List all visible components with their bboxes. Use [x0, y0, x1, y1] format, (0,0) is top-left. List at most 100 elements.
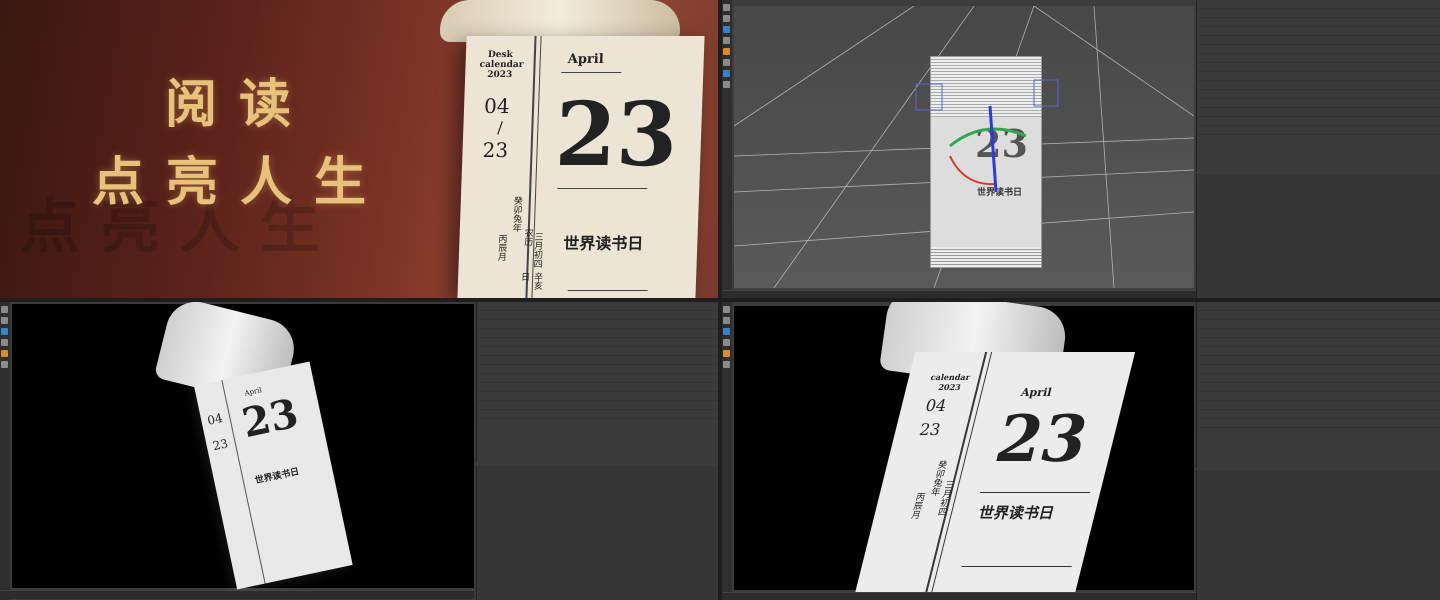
- attr-row[interactable]: [477, 538, 718, 547]
- object-icon[interactable]: [723, 70, 730, 77]
- object-row[interactable]: [1197, 383, 1440, 392]
- preview-year: 2023: [937, 382, 962, 392]
- attr-row[interactable]: [477, 466, 718, 475]
- calendar-model[interactable]: 04 23 April 23 世界读书日: [194, 361, 353, 590]
- object-row[interactable]: [1197, 117, 1440, 126]
- attr-row[interactable]: [477, 529, 718, 538]
- object-row[interactable]: [1197, 392, 1440, 401]
- light-icon[interactable]: [1, 361, 8, 368]
- object-row[interactable]: [1197, 99, 1440, 108]
- object-row[interactable]: [1197, 9, 1440, 18]
- attr-row[interactable]: [477, 484, 718, 493]
- light-icon[interactable]: [723, 361, 730, 368]
- preview-date-bottom: 23: [211, 436, 230, 454]
- preview-day: 23: [988, 402, 1096, 477]
- object-row[interactable]: [477, 320, 718, 329]
- axis-gizmo[interactable]: [734, 6, 1194, 288]
- rotate-icon[interactable]: [1, 328, 8, 335]
- attr-row[interactable]: [477, 511, 718, 520]
- preview-brand: calendar: [929, 372, 972, 382]
- render-icon[interactable]: [723, 37, 730, 44]
- rotate-icon[interactable]: [723, 26, 730, 33]
- attr-row[interactable]: [1197, 210, 1440, 219]
- object-row[interactable]: [1197, 410, 1440, 419]
- camera-icon[interactable]: [723, 48, 730, 55]
- object-row[interactable]: [1197, 63, 1440, 72]
- attr-row[interactable]: [1197, 237, 1440, 246]
- object-manager: [476, 302, 718, 462]
- object-row[interactable]: [477, 329, 718, 338]
- object-manager: [1196, 0, 1440, 172]
- attr-row[interactable]: [1197, 201, 1440, 210]
- object-row[interactable]: [1197, 90, 1440, 99]
- object-row[interactable]: [1197, 108, 1440, 117]
- object-row[interactable]: [477, 311, 718, 320]
- attr-row[interactable]: [1197, 183, 1440, 192]
- object-row[interactable]: [1197, 81, 1440, 90]
- move-icon[interactable]: [723, 306, 730, 313]
- move-icon[interactable]: [1, 306, 8, 313]
- object-row[interactable]: [477, 365, 718, 374]
- viewport[interactable]: calendar 2023 04 23 癸卯兔年 丙辰月 三月初四 April …: [734, 302, 1194, 600]
- calendar-model[interactable]: calendar 2023 04 23 癸卯兔年 丙辰月 三月初四 April …: [852, 352, 1136, 600]
- object-row[interactable]: [477, 356, 718, 365]
- object-row[interactable]: [1197, 347, 1440, 356]
- tool-palette: [0, 302, 10, 600]
- object-row[interactable]: [477, 410, 718, 419]
- attr-row[interactable]: [477, 520, 718, 529]
- object-row[interactable]: [1197, 419, 1440, 428]
- object-row[interactable]: [1197, 356, 1440, 365]
- object-row[interactable]: [1197, 401, 1440, 410]
- preview-date-top: 04: [206, 410, 224, 428]
- object-row[interactable]: [1197, 311, 1440, 320]
- move-icon[interactable]: [723, 4, 730, 11]
- object-row[interactable]: [1197, 54, 1440, 63]
- object-row[interactable]: [1197, 302, 1440, 311]
- scale-icon[interactable]: [723, 317, 730, 324]
- material-icon[interactable]: [723, 81, 730, 88]
- camera-icon[interactable]: [1, 350, 8, 357]
- object-row[interactable]: [1197, 338, 1440, 347]
- timeline-bar[interactable]: [0, 590, 474, 599]
- object-row[interactable]: [1197, 365, 1440, 374]
- attr-row[interactable]: [1197, 174, 1440, 183]
- attr-row[interactable]: [1197, 192, 1440, 201]
- object-row[interactable]: [1197, 329, 1440, 338]
- scale-icon[interactable]: [723, 15, 730, 22]
- render-icon[interactable]: [723, 339, 730, 346]
- object-row[interactable]: [477, 392, 718, 401]
- object-row[interactable]: [1197, 36, 1440, 45]
- timeline-bar[interactable]: [722, 592, 1196, 600]
- lunar-col5: 辛亥日: [519, 272, 543, 290]
- object-row[interactable]: [477, 338, 718, 347]
- object-row[interactable]: [1197, 72, 1440, 81]
- viewport[interactable]: 23 世界读书日: [734, 6, 1194, 288]
- light-icon[interactable]: [723, 59, 730, 66]
- object-row[interactable]: [477, 383, 718, 392]
- object-row[interactable]: [1197, 45, 1440, 54]
- object-row[interactable]: [477, 302, 718, 311]
- object-row[interactable]: [1197, 320, 1440, 329]
- attr-row[interactable]: [477, 493, 718, 502]
- rotate-icon[interactable]: [723, 328, 730, 335]
- object-row[interactable]: [1197, 126, 1440, 135]
- object-row[interactable]: [477, 374, 718, 383]
- object-row[interactable]: [477, 347, 718, 356]
- object-row[interactable]: [1197, 18, 1440, 27]
- camera-icon[interactable]: [723, 350, 730, 357]
- attribute-manager: [476, 466, 718, 600]
- attr-row[interactable]: [477, 475, 718, 484]
- attr-row[interactable]: [1197, 228, 1440, 237]
- viewport[interactable]: 04 23 April 23 世界读书日: [12, 302, 474, 590]
- scale-icon[interactable]: [1, 317, 8, 324]
- object-row[interactable]: [1197, 0, 1440, 9]
- attr-row[interactable]: [477, 502, 718, 511]
- tool-palette: [722, 0, 732, 298]
- object-row[interactable]: [1197, 27, 1440, 36]
- attr-row[interactable]: [1197, 219, 1440, 228]
- timeline-bar[interactable]: [722, 290, 1196, 298]
- lunar-col1: 癸卯兔年: [510, 196, 522, 232]
- object-row[interactable]: [1197, 374, 1440, 383]
- object-row[interactable]: [477, 401, 718, 410]
- render-icon[interactable]: [1, 339, 8, 346]
